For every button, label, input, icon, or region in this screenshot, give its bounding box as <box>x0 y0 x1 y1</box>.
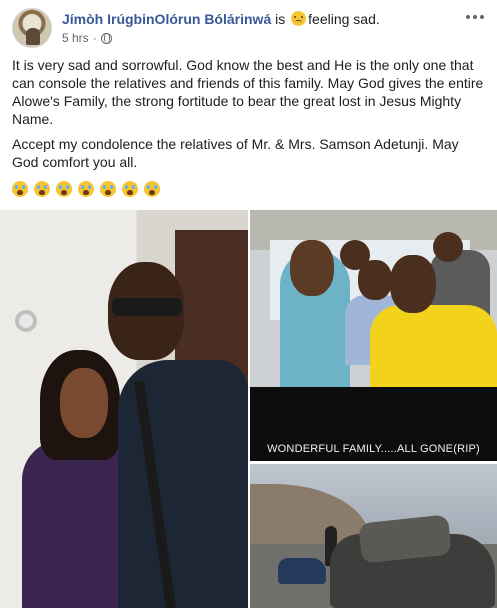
photo-couple[interactable] <box>0 210 248 608</box>
author-avatar[interactable] <box>12 8 52 48</box>
crying-face-icon <box>56 181 72 197</box>
feeling-text: feeling sad. <box>308 11 380 27</box>
crying-face-icon <box>144 181 160 197</box>
post-paragraph-2: Accept my condolence the relatives of Mr… <box>12 136 459 170</box>
crying-face-icon <box>34 181 50 197</box>
post-header: Jímòh IrúgbinOlórun Bólárinwá is feeling… <box>12 8 485 48</box>
post-paragraph-1: It is very sad and sorrowful. God know t… <box>12 57 484 127</box>
globe-icon[interactable] <box>100 32 112 44</box>
meta-separator: · <box>92 31 97 45</box>
crying-face-icon <box>100 181 116 197</box>
crying-face-icon <box>12 181 28 197</box>
author-name-link[interactable]: Jímòh IrúgbinOlórun Bólárinwá <box>62 11 271 27</box>
author-line: Jímòh IrúgbinOlórun Bólárinwá is feeling… <box>62 10 380 28</box>
timestamp[interactable]: 5 hrs <box>62 31 89 45</box>
photo-accident-scene[interactable] <box>250 464 497 608</box>
is-text: is <box>275 11 286 27</box>
emoji-row <box>12 181 160 199</box>
post-text: It is very sad and sorrowful. God know t… <box>12 56 485 178</box>
post-meta: 5 hrs · <box>62 31 112 45</box>
more-options-icon[interactable] <box>465 10 485 24</box>
crying-face-icon <box>122 181 138 197</box>
photo-family-car[interactable] <box>250 210 497 461</box>
post-card: Jímòh IrúgbinOlórun Bólárinwá is feeling… <box>0 0 497 608</box>
photo-grid: WONDERFUL FAMILY.....ALL GONE(RIP) <box>0 210 497 608</box>
photo-caption: WONDERFUL FAMILY.....ALL GONE(RIP) <box>267 443 480 455</box>
crying-face-icon <box>78 181 94 197</box>
sad-face-icon <box>291 11 307 26</box>
